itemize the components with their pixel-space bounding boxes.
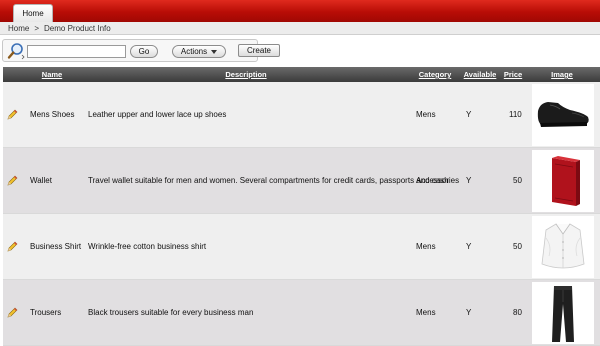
cell-category: Mens [416, 308, 436, 317]
cell-available: Y [466, 110, 472, 119]
breadcrumb-bar: Home > Demo Product Info [0, 22, 600, 35]
sort-name-header[interactable]: Name [42, 70, 62, 79]
breadcrumb-separator: > [34, 24, 40, 33]
sort-description-header[interactable]: Description [225, 70, 266, 79]
top-nav-bar: Home [0, 0, 600, 22]
shirt-image [541, 223, 585, 269]
cell-price: 80 [513, 308, 522, 317]
search-input[interactable] [27, 45, 126, 58]
actions-button-label: Actions [180, 47, 208, 56]
product-image [532, 84, 594, 146]
cell-description: Leather upper and lower lace up shoes [88, 110, 227, 119]
cell-available: Y [466, 242, 472, 251]
breadcrumb-home-link[interactable]: Home [8, 24, 29, 33]
trousers-image [552, 286, 574, 342]
go-button-label: Go [138, 47, 150, 56]
cell-name: Mens Shoes [30, 110, 75, 119]
cell-price: 50 [513, 176, 522, 185]
chevron-down-icon [211, 49, 218, 54]
cell-description: Black trousers suitable for every busine… [88, 308, 254, 317]
search-region: Go Actions [2, 39, 258, 62]
sort-category-header[interactable]: Category [419, 70, 452, 79]
edit-pencil-icon[interactable] [7, 109, 18, 120]
product-image [532, 150, 594, 212]
go-button[interactable]: Go [130, 45, 158, 58]
shoe-image [537, 102, 589, 127]
edit-pencil-icon[interactable] [7, 175, 18, 186]
cell-description: Wrinkle-free cotton business shirt [88, 242, 207, 251]
cell-category: Mens [416, 242, 436, 251]
product-image [532, 282, 594, 344]
sort-available-header[interactable]: Available [464, 70, 497, 79]
cell-description: Travel wallet suitable for men and women… [88, 176, 449, 185]
cell-category: Mens [416, 110, 436, 119]
edit-pencil-icon[interactable] [7, 307, 18, 318]
sort-price-header[interactable]: Price [504, 70, 522, 79]
search-icon[interactable] [7, 42, 25, 60]
table-row: Business Shirt Wrinkle-free cotton busin… [3, 214, 600, 280]
report-header-row: Name Description Category Available Pric… [3, 67, 600, 82]
actions-menu-button[interactable]: Actions [172, 45, 226, 58]
breadcrumb-current: Demo Product Info [44, 24, 111, 33]
sort-image-header[interactable]: Image [551, 70, 573, 79]
cell-price: 110 [509, 110, 522, 119]
cell-available: Y [466, 176, 472, 185]
product-image [532, 216, 594, 278]
cell-price: 50 [513, 242, 522, 251]
table-row: Mens Shoes Leather upper and lower lace … [3, 82, 600, 148]
create-button-label: Create [246, 46, 271, 55]
cell-name: Trousers [30, 308, 62, 317]
create-button[interactable]: Create [238, 44, 280, 57]
cell-category: Accessories [416, 176, 460, 185]
breadcrumb: Home > Demo Product Info [8, 24, 111, 33]
cell-name: Business Shirt [30, 242, 82, 251]
wallet-image [552, 156, 580, 206]
tab-home-label: Home [22, 9, 44, 18]
edit-pencil-icon[interactable] [7, 241, 18, 252]
table-row: Trousers Black trousers suitable for eve… [3, 280, 600, 346]
tab-home[interactable]: Home [13, 4, 53, 22]
cell-available: Y [466, 308, 472, 317]
cell-name: Wallet [30, 176, 52, 185]
table-row: Wallet Travel wallet suitable for men an… [3, 148, 600, 214]
